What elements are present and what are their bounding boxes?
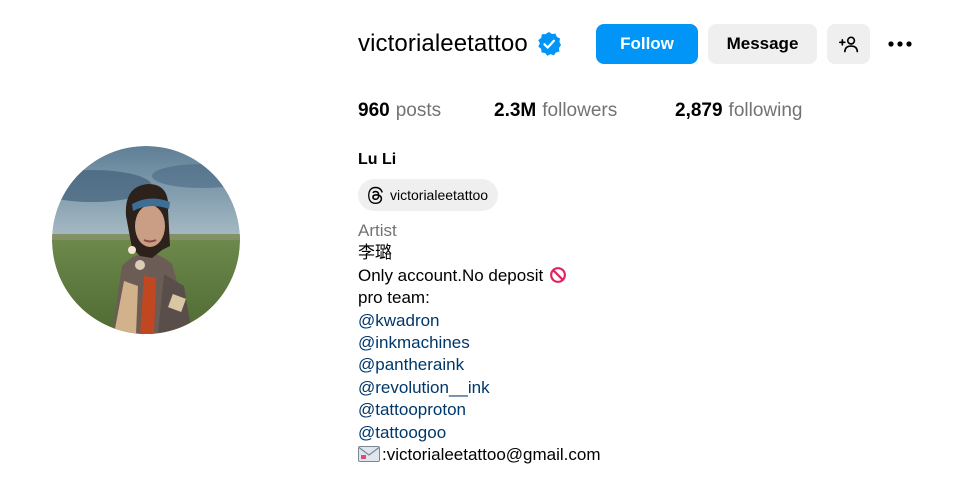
follow-button[interactable]: Follow xyxy=(596,24,698,64)
threads-icon xyxy=(368,186,383,204)
bio-email: :victorialeetattoo@gmail.com xyxy=(382,444,601,464)
more-options-button[interactable] xyxy=(880,24,920,64)
mention-link[interactable]: @kwadron xyxy=(358,310,601,332)
mention-link[interactable]: @pantheraink xyxy=(358,354,601,376)
bio-line-name: 李璐 xyxy=(358,243,392,263)
verified-badge-icon xyxy=(538,31,561,56)
following-link[interactable]: 2,879 following xyxy=(675,100,802,122)
following-label: following xyxy=(728,100,803,121)
following-number: 2,879 xyxy=(675,100,723,121)
username: victorialeetattoo xyxy=(358,30,528,57)
bio-line-email: :victorialeetattoo@gmail.com xyxy=(358,444,601,466)
threads-link[interactable]: victorialeetattoo xyxy=(358,179,499,211)
profile-bio: Artist 李璐 Only account.No deposit pro te… xyxy=(358,220,601,466)
posts-label: posts xyxy=(395,100,442,121)
suggested-accounts-button[interactable] xyxy=(827,24,870,64)
posts-number: 960 xyxy=(358,100,390,121)
envelope-icon xyxy=(358,445,380,462)
mention-link[interactable]: @revolution__ink xyxy=(358,377,601,399)
avatar-image xyxy=(52,146,240,334)
bio-line-team: pro team: xyxy=(358,288,430,308)
followers-number: 2.3M xyxy=(494,100,537,121)
mention-link[interactable]: @inkmachines xyxy=(358,332,601,354)
prohibited-icon xyxy=(550,266,567,283)
followers-label: followers xyxy=(542,100,618,121)
more-options-icon xyxy=(888,41,912,47)
profile-top-row: victorialeetattoo Follow Message xyxy=(358,24,920,64)
full-name: Lu Li xyxy=(358,151,397,168)
message-button[interactable]: Message xyxy=(708,24,817,64)
bio-line-deposit: Only account.No deposit xyxy=(358,265,601,287)
mention-link[interactable]: @tattoogoo xyxy=(358,422,601,444)
profile-avatar[interactable] xyxy=(52,146,240,334)
threads-handle: victorialeetattoo xyxy=(390,187,489,203)
bio-deposit-text: Only account.No deposit xyxy=(358,265,544,285)
mention-link[interactable]: @tattooproton xyxy=(358,399,601,421)
add-person-icon xyxy=(838,36,858,53)
followers-link[interactable]: 2.3M followers xyxy=(494,100,617,122)
profile-category: Artist xyxy=(358,221,397,240)
posts-count: 960 posts xyxy=(358,100,441,122)
